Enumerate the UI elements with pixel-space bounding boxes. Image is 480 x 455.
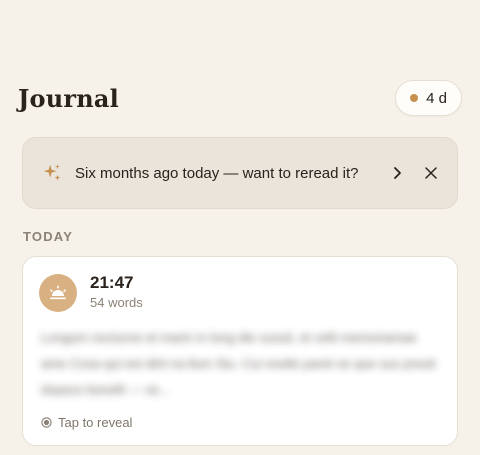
section-label-today: TODAY (23, 229, 74, 244)
page-title: Journal (18, 83, 119, 113)
entry-preview-blurred: Longum nocturne et marin in long die sus… (41, 330, 436, 397)
reveal-label: Tap to reveal (58, 415, 133, 430)
memory-banner[interactable]: Six months ago today — want to reread it… (22, 137, 458, 209)
sunset-icon (50, 285, 66, 299)
entry-meta: 21:47 54 words (90, 273, 143, 312)
entry-time: 21:47 (90, 273, 134, 292)
header: Journal 4 d (18, 78, 462, 118)
entry-header: 21:47 54 words (39, 273, 143, 312)
banner-text: Six months ago today — want to reread it… (75, 164, 359, 182)
chevron-right-icon[interactable] (389, 165, 405, 181)
entry-word-count: 54 words (90, 295, 143, 310)
reveal-hint[interactable]: Tap to reveal (41, 415, 132, 430)
mood-avatar (39, 273, 77, 312)
streak-dot-icon (410, 94, 419, 102)
streak-label: 4 d (426, 89, 447, 107)
journal-entry-card[interactable]: 21:47 54 words Longum nocturne et marin … (22, 256, 458, 446)
journal-screen: Journal 4 d Six months ago today — want … (0, 0, 480, 455)
radio-dot-icon (41, 417, 52, 428)
close-icon[interactable] (423, 165, 439, 181)
streak-badge[interactable]: 4 d (395, 80, 462, 116)
sparkle-icon (43, 164, 61, 181)
